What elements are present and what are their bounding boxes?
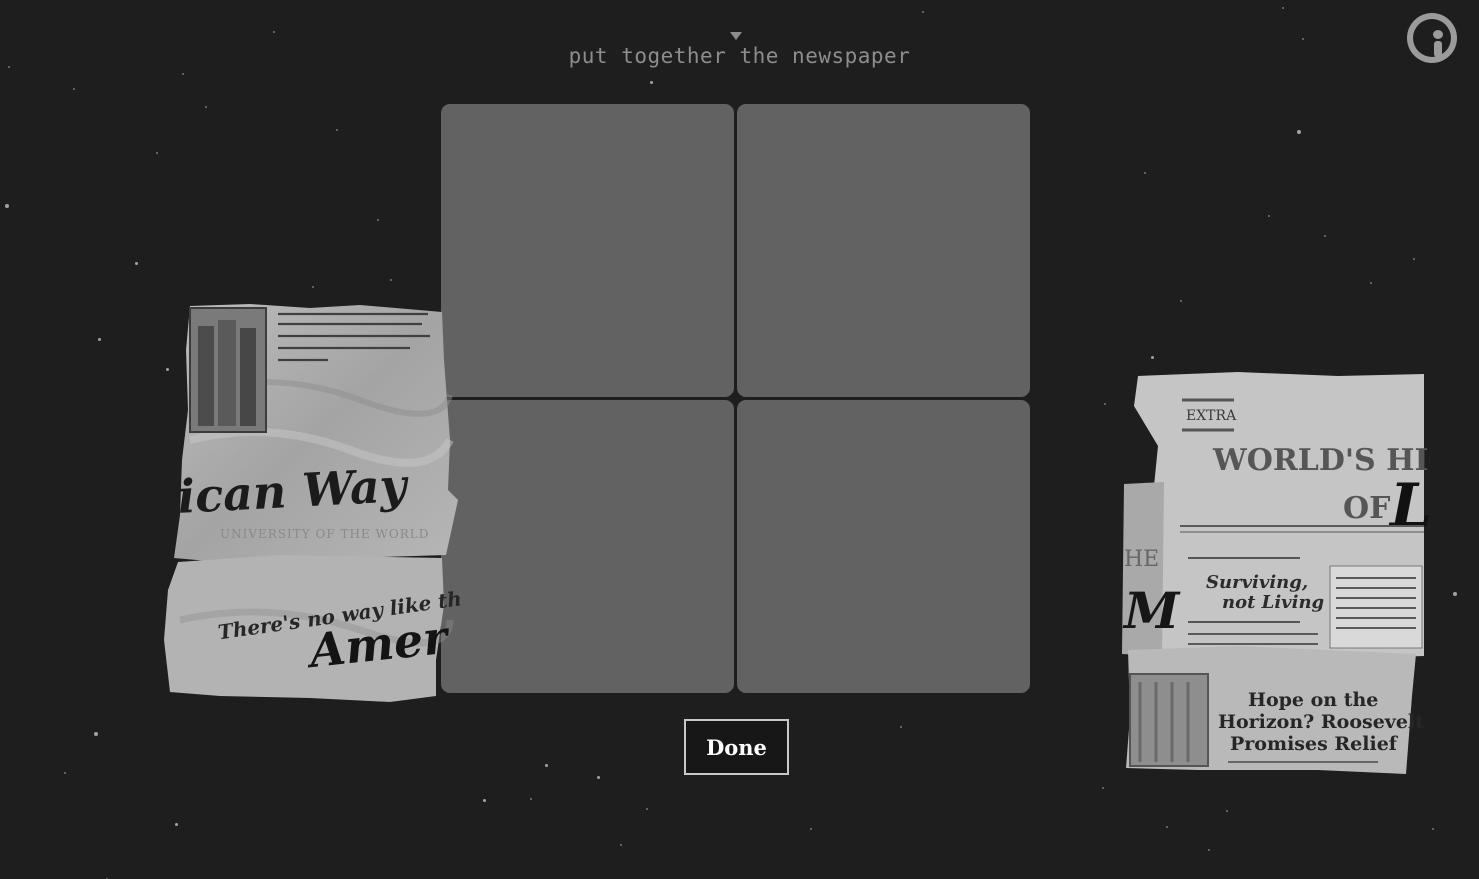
star-dot [1370,282,1372,284]
right-badge: EXTRA [1186,408,1237,424]
right-side-fragment-1: HE [1124,547,1159,572]
drop-slot-top-left[interactable] [441,104,734,397]
star-dot [1226,810,1228,812]
info-icon [1413,19,1451,57]
star-dot [73,88,75,90]
star-dot [646,808,648,810]
right-story-line1: Hope on the [1248,689,1378,711]
star-dot [182,73,184,75]
star-dot [1432,828,1434,830]
game-stage: put together the newspaper Done ican Way… [0,0,1479,879]
star-dot [175,823,178,826]
newspaper-piece-left[interactable]: ican Way UNIVERSITY OF THE WORLD There's… [160,300,460,705]
star-dot [377,219,379,221]
right-subhead-line2: not Living [1222,592,1324,613]
newspaper-piece-left-image: ican Way UNIVERSITY OF THE WORLD There's… [164,304,460,702]
star-dot [1282,7,1284,9]
star-dot [1302,38,1304,40]
star-dot [156,152,158,154]
star-dot [545,764,548,767]
right-side-fragment-2: M [1122,581,1181,640]
left-faded-line: UNIVERSITY OF THE WORLD [220,527,429,541]
drop-slot-bottom-left[interactable] [441,400,734,693]
star-dot [1104,403,1106,405]
star-dot [5,204,9,208]
star-dot [1102,787,1104,789]
drop-slot-top-right[interactable] [737,104,1030,397]
star-dot [1166,826,1168,828]
star-dot [922,11,924,13]
info-button[interactable] [1407,13,1457,63]
right-headline-line2: OF [1343,491,1390,526]
star-dot [1413,258,1415,260]
newspaper-piece-right[interactable]: EXTRA WORLD'S HIG OF L HE M Surviving, n… [1118,366,1430,780]
star-dot [900,726,902,728]
star-dot [1180,300,1182,302]
done-button[interactable]: Done [684,719,789,775]
star-dot [205,106,207,108]
instruction-text: put together the newspaper [568,44,911,68]
star-dot [98,338,101,341]
star-dot [530,798,532,800]
star-dot [1268,215,1270,217]
star-dot [312,286,314,288]
star-dot [64,772,66,774]
right-story-line3: Promises Relief [1230,733,1399,755]
star-dot [810,828,812,830]
right-headline-cap: L [1388,471,1430,541]
star-dot [483,799,486,802]
star-dot [1144,172,1146,174]
drop-slot-bottom-right[interactable] [737,400,1030,693]
star-dot [1151,356,1154,359]
star-dot [273,31,275,33]
newspaper-piece-right-image: EXTRA WORLD'S HIG OF L HE M Surviving, n… [1122,372,1430,774]
star-dot [390,279,392,281]
star-dot [1453,592,1457,596]
right-subhead-line1: Surviving, [1206,572,1308,593]
star-dot [620,844,622,846]
star-dot [336,129,338,131]
star-dot [135,262,138,265]
star-dot [94,732,98,736]
star-dot [597,776,600,779]
star-dot [1208,849,1210,851]
star-dot [1324,235,1326,237]
star-dot [1297,130,1301,134]
star-dot [650,81,653,84]
right-story-line2: Horizon? Roosevelt [1218,711,1424,733]
caret-down-icon [730,32,742,40]
